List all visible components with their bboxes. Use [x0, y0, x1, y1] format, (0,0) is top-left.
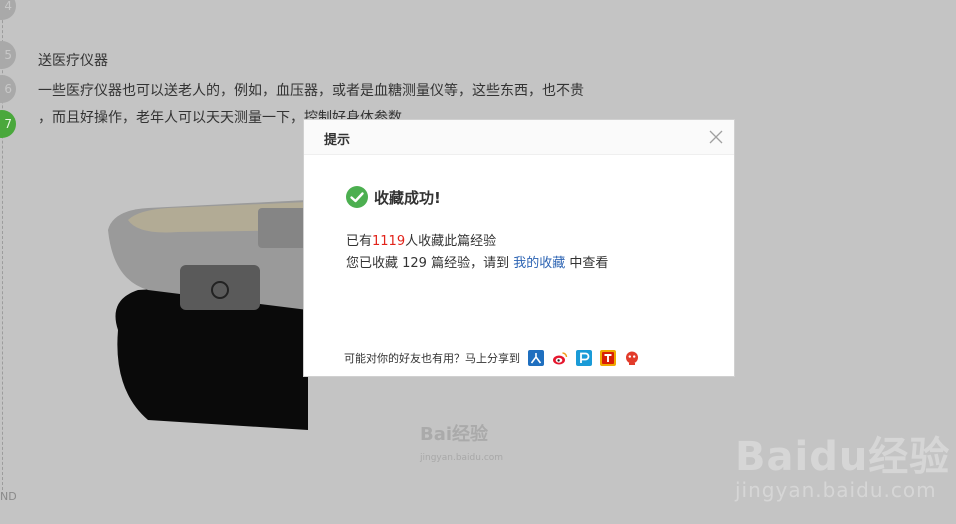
step-circle-7: 7 [0, 110, 16, 138]
line2-suffix: 中查看 [569, 256, 609, 271]
step-title: 送医疗仪器 [38, 53, 108, 69]
line2-prefix: 您已收藏 129 篇经验，请到 [346, 256, 510, 271]
line1-suffix: 人收藏此篇经验 [405, 234, 497, 249]
success-message: 收藏成功! [346, 185, 441, 209]
share-row: 可能对你的好友也有用？马上分享到 [344, 350, 648, 366]
watermark-small: Bai经验 [420, 424, 489, 445]
collect-count: 1119 [372, 234, 406, 249]
renren-icon[interactable] [528, 350, 544, 366]
watermark-big-url: jingyan.baidu.com [735, 478, 937, 502]
favorite-success-dialog: 提示 收藏成功! 已有1119人收藏此篇经验 您已收藏 129 篇经验，请到 我… [304, 120, 734, 376]
my-favorites-link[interactable]: 我的收藏 [513, 256, 565, 271]
check-circle-icon [346, 186, 368, 208]
watermark-big: Baidu经验 [735, 434, 951, 480]
step-circle-5: 5 [0, 41, 16, 69]
collect-count-line: 已有1119人收藏此篇经验 [346, 230, 496, 249]
step-circle-6: 6 [0, 75, 16, 103]
weibo-icon[interactable] [552, 350, 568, 366]
blood-pressure-monitor-image [108, 200, 308, 430]
tieba-icon[interactable] [600, 350, 616, 366]
kaixin-icon[interactable] [624, 350, 640, 366]
line1-prefix: 已有 [346, 234, 373, 249]
step-text-line-1: 一些医疗仪器也可以送老人的，例如，血压器，或者是血糖测量仪等，这些东西，也不贵 [38, 83, 584, 99]
share-label: 可能对你的好友也有用？马上分享到 [344, 352, 520, 365]
close-icon[interactable] [708, 129, 724, 145]
my-collection-line: 您已收藏 129 篇经验，请到 我的收藏 中查看 [346, 252, 608, 271]
step-circle-4: 4 [0, 0, 16, 20]
qzone-icon[interactable] [576, 350, 592, 366]
dialog-header: 提示 [304, 120, 734, 155]
watermark-small-url: jingyan.baidu.com [420, 453, 504, 463]
timeline-end-label: ND [0, 490, 17, 503]
dialog-title: 提示 [324, 133, 351, 148]
timeline-line [2, 0, 3, 490]
success-text: 收藏成功! [374, 188, 441, 207]
